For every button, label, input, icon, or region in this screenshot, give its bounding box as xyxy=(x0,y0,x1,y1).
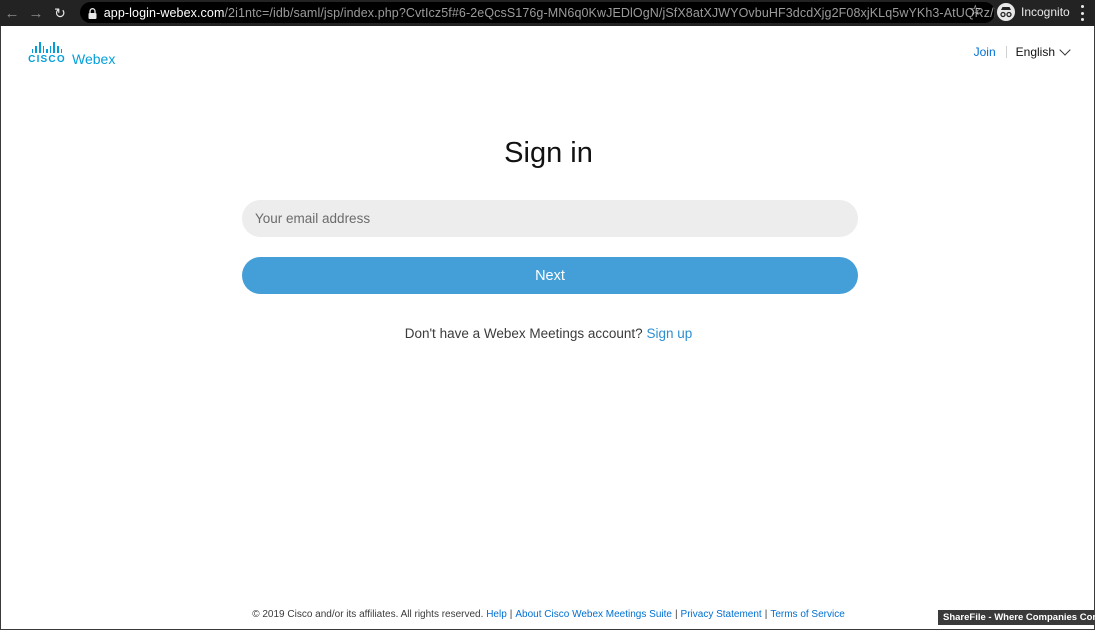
bookmark-star-icon[interactable]: ☆ xyxy=(969,2,982,19)
sharefile-tab[interactable]: ShareFile - Where Companies Connect xyxy=(938,610,1095,625)
footer-link-terms[interactable]: Terms of Service xyxy=(770,609,844,620)
forward-arrow-icon[interactable]: → xyxy=(24,0,48,26)
footer-divider: | xyxy=(509,609,513,620)
lock-icon xyxy=(88,7,98,19)
back-arrow-icon[interactable]: ← xyxy=(0,0,24,26)
logo-cisco-text: CISCO xyxy=(28,54,66,65)
browser-menu-icon[interactable] xyxy=(1080,5,1084,21)
url-host: app-login-webex.com xyxy=(103,5,225,20)
address-bar[interactable]: app-login-webex.com/2i1ntc=/idb/saml/jsp… xyxy=(80,2,995,23)
incognito-indicator[interactable]: Incognito xyxy=(997,3,1070,21)
signup-prompt: Don't have a Webex Meetings account? Sig… xyxy=(1,326,1095,341)
browser-toolbar: ← → ↻ app-login-webex.com/2i1ntc=/idb/sa… xyxy=(0,0,1095,26)
header-actions: Join English xyxy=(974,43,1071,59)
incognito-icon xyxy=(997,3,1015,21)
signup-prompt-text: Don't have a Webex Meetings account? xyxy=(404,326,643,341)
copyright-text: © 2019 Cisco and/or its affiliates. All … xyxy=(252,609,484,620)
url-path: /2i1ntc=/idb/saml/jsp/index.php?CvtIcz5f… xyxy=(224,5,995,20)
chevron-down-icon[interactable] xyxy=(1059,43,1071,56)
reload-icon[interactable]: ↻ xyxy=(48,0,72,26)
language-selector[interactable]: English xyxy=(1016,45,1055,59)
cisco-logo-icon: CISCO xyxy=(27,42,67,65)
signup-link[interactable]: Sign up xyxy=(646,326,692,341)
email-field[interactable] xyxy=(242,200,858,237)
footer-link-help[interactable]: Help xyxy=(486,609,507,620)
page-title: Sign in xyxy=(504,137,593,169)
join-link[interactable]: Join xyxy=(974,45,996,59)
cisco-webex-logo[interactable]: CISCO Webex xyxy=(27,42,116,67)
header-divider xyxy=(1005,46,1007,58)
footer-divider: | xyxy=(674,609,678,620)
url-text: app-login-webex.com/2i1ntc=/idb/saml/jsp… xyxy=(104,6,995,20)
incognito-label: Incognito xyxy=(1021,5,1070,19)
footer-divider: | xyxy=(764,609,768,620)
login-page: CISCO Webex Join English Sign in Next Do… xyxy=(0,26,1095,630)
logo-webex-text: Webex xyxy=(72,51,116,67)
footer-link-about[interactable]: About Cisco Webex Meetings Suite xyxy=(515,609,672,620)
next-button[interactable]: Next xyxy=(242,257,858,294)
footer: © 2019 Cisco and/or its affiliates. All … xyxy=(1,609,1095,620)
footer-link-privacy[interactable]: Privacy Statement xyxy=(681,609,762,620)
